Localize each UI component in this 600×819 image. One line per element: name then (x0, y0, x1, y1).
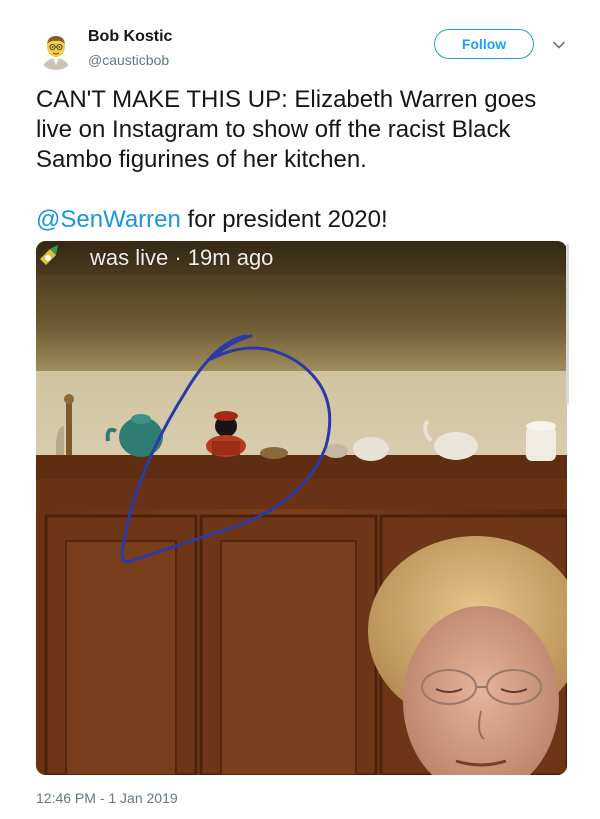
tweet-text-line2: @SenWarren for president 2020! (36, 205, 576, 235)
tweet-media-image[interactable]: was live · 19m ago (36, 241, 567, 775)
chevron-down-icon[interactable] (552, 38, 566, 52)
tweet-text: CAN'T MAKE THIS UP: Elizabeth Warren goe… (36, 85, 576, 235)
author-display-name[interactable]: Bob Kostic (88, 28, 172, 46)
kitchen-photo (36, 241, 567, 775)
follow-button[interactable]: Follow (434, 29, 534, 59)
avatar[interactable] (36, 30, 76, 70)
tweet-text-line1: CAN'T MAKE THIS UP: Elizabeth Warren goe… (36, 86, 537, 173)
live-status-overlay: was live · 19m ago (90, 245, 274, 270)
cartoon-avatar-icon (36, 30, 76, 70)
tweet-card: Bob Kostic @causticbob Follow CAN'T MAKE… (0, 0, 600, 819)
scrollbar[interactable] (566, 244, 569, 404)
author-handle[interactable]: @causticbob (88, 52, 169, 68)
tweet-text-line2-rest: for president 2020! (180, 206, 388, 233)
mention-link[interactable]: @SenWarren (36, 206, 181, 233)
tweet-timestamp[interactable]: 12:46 PM - 1 Jan 2019 (36, 790, 178, 806)
